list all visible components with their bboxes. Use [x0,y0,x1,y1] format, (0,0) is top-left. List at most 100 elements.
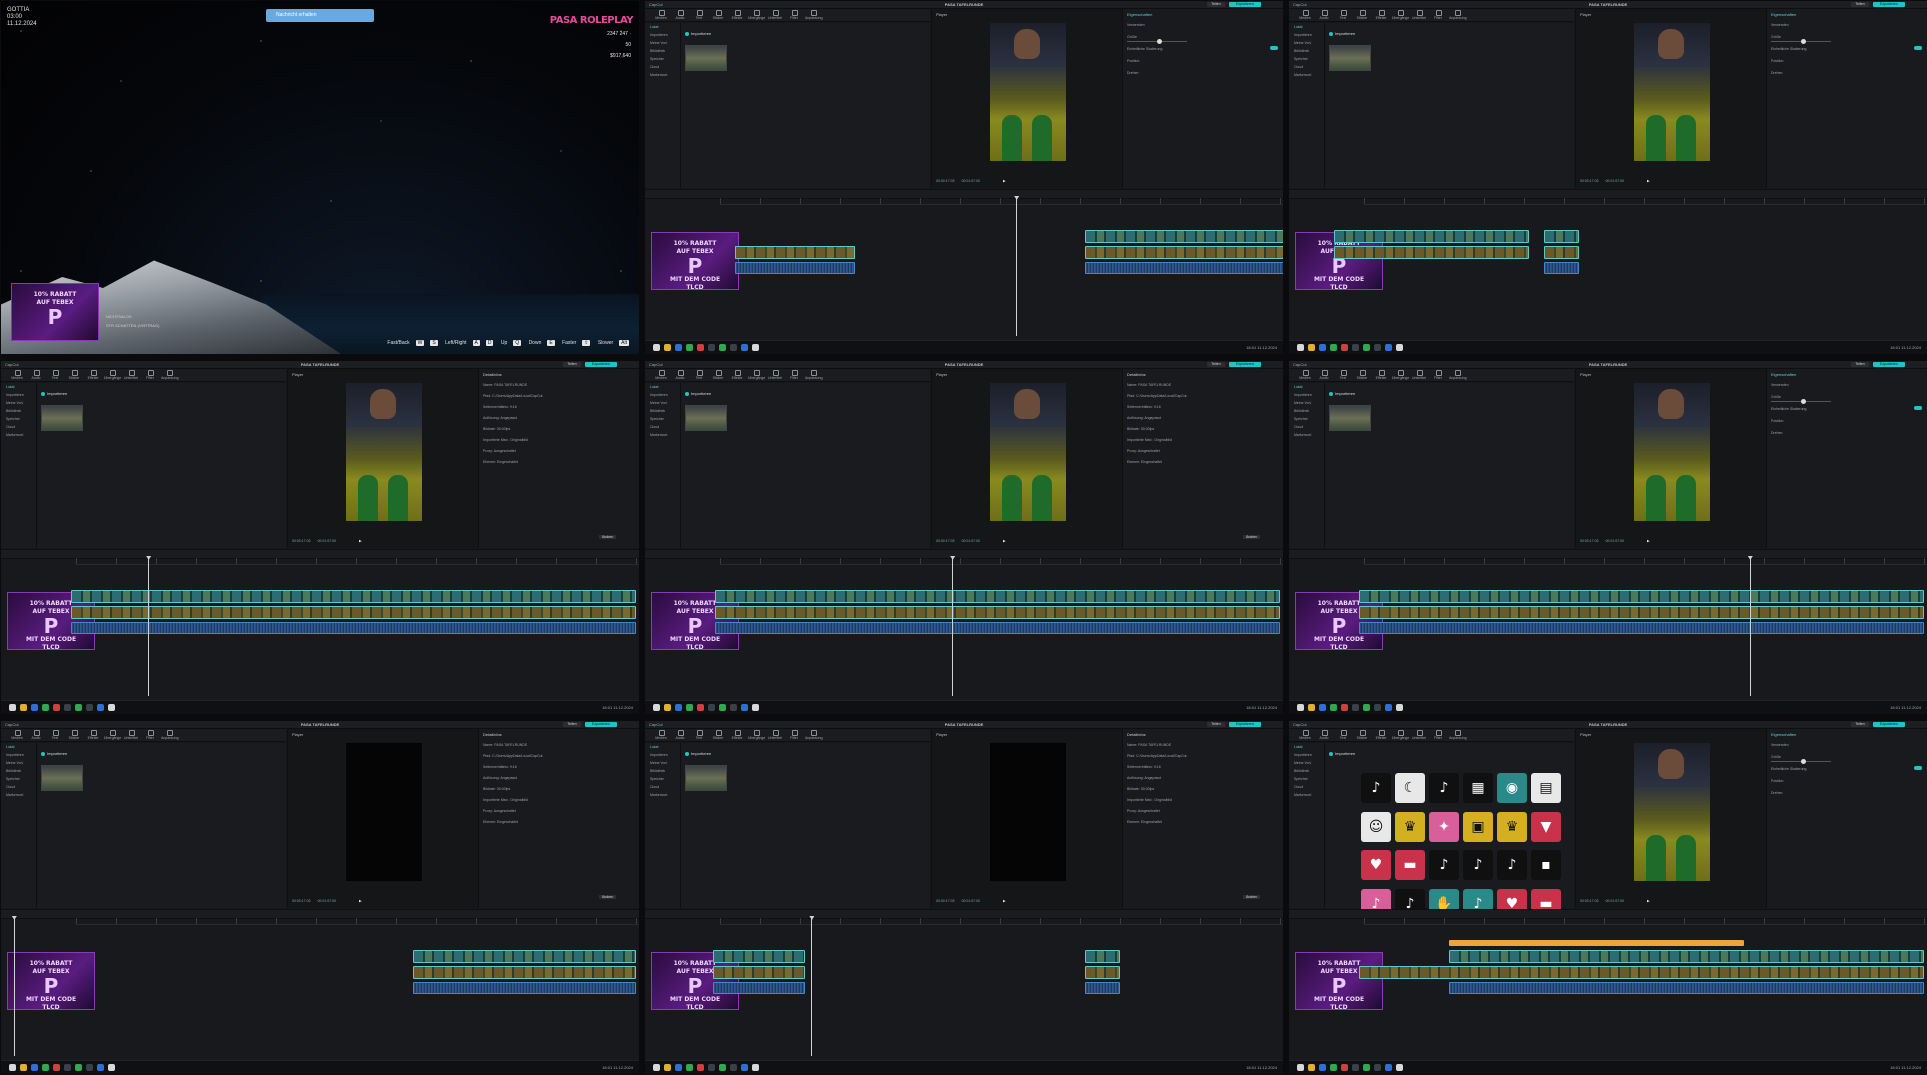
tab-media[interactable]: Medien [1297,9,1313,20]
tab-effects[interactable]: Effekte [1373,369,1389,380]
audio-clip[interactable] [735,262,855,274]
tab-effects[interactable]: Effekte [85,369,101,380]
scale-slider[interactable] [1771,759,1831,764]
video-clip[interactable] [71,590,636,603]
sidebar-item-local[interactable]: Lokal [1289,23,1324,31]
play-icon[interactable]: ▶ [1003,899,1006,903]
sidebar-item-brand[interactable]: Markenvorl. [645,71,680,79]
app-icon[interactable] [86,704,93,711]
sidebar-item-library[interactable]: Bibliothek [1,767,36,775]
capcut-icon[interactable] [752,1064,759,1071]
sidebar-item-brand[interactable]: Markenvorl. [1289,71,1324,79]
app-icon[interactable] [1385,704,1392,711]
timeline-ruler[interactable] [1364,918,1927,925]
audio-clip[interactable] [71,622,636,634]
video-preview[interactable] [1634,383,1710,521]
video-clip[interactable] [1359,966,1924,979]
sticker-item[interactable]: ♪ [1497,850,1527,880]
explorer-icon[interactable] [1308,704,1315,711]
app-icon[interactable] [1385,344,1392,351]
explorer-icon[interactable] [20,704,27,711]
app-icon[interactable] [741,344,748,351]
browser-icon[interactable] [31,1064,38,1071]
sticker-item[interactable]: ◉ [1497,773,1527,803]
video-clip[interactable] [715,606,1280,619]
tab-text[interactable]: Text [47,369,63,380]
capcut-icon[interactable] [1396,344,1403,351]
sidebar-item-import[interactable]: Importieren [1289,751,1324,759]
video-preview[interactable] [1634,23,1710,161]
sidebar-item-library[interactable]: Bibliothek [1289,47,1324,55]
tab-filter[interactable]: Filter [786,369,802,380]
timeline-ruler[interactable] [1364,558,1927,565]
start-icon[interactable] [1297,704,1304,711]
sidebar-item-presets[interactable]: Meine Vorl. [1,759,36,767]
media-thumbnail[interactable] [685,405,727,431]
sidebar-item-presets[interactable]: Meine Vorl. [645,39,680,47]
tab-sticker[interactable]: Sticker [1354,729,1370,740]
tab-filter[interactable]: Filter [786,729,802,740]
tab-effects[interactable]: Effekte [85,729,101,740]
sidebar-item-presets[interactable]: Meine Vorl. [645,399,680,407]
tab-text[interactable]: Text [691,729,707,740]
sidebar-item-import[interactable]: Importieren [645,751,680,759]
tab-transitions[interactable]: Übergänge [104,369,121,380]
tab-transitions[interactable]: Übergänge [1392,369,1409,380]
tab-text[interactable]: Text [691,369,707,380]
video-clip[interactable] [1085,230,1283,243]
sidebar-item-cloud[interactable]: Cloud [1,423,36,431]
play-icon[interactable]: ▶ [1647,899,1650,903]
sidebar-item-local[interactable]: Lokal [1,743,36,751]
app-icon[interactable] [97,704,104,711]
share-button[interactable]: Teilen [1851,362,1869,367]
tab-filter[interactable]: Filter [1430,9,1446,20]
spotify-icon[interactable] [42,704,49,711]
tab-filter[interactable]: Filter [142,369,158,380]
share-button[interactable]: Teilen [1207,362,1225,367]
tab-transitions[interactable]: Übergänge [104,729,121,740]
sidebar-item-local[interactable]: Lokal [645,383,680,391]
sidebar-item-import[interactable]: Importieren [645,391,680,399]
tab-adjust[interactable]: Anpassung [805,9,823,20]
playhead[interactable] [148,556,150,696]
export-button[interactable]: Exportieren [1873,2,1905,7]
sidebar-item-library[interactable]: Bibliothek [1,407,36,415]
app-icon[interactable] [1352,344,1359,351]
sidebar-item-presets[interactable]: Meine Vorl. [1289,399,1324,407]
video-preview[interactable] [346,383,422,521]
app-icon[interactable] [741,1064,748,1071]
app-icon[interactable] [1374,704,1381,711]
spotify-icon[interactable] [686,704,693,711]
tab-adjust[interactable]: Anpassung [1449,729,1467,740]
video-clip[interactable] [1334,246,1529,259]
tab-transitions[interactable]: Übergänge [748,369,765,380]
start-icon[interactable] [1297,1064,1304,1071]
import-button[interactable]: Importieren [1329,391,1355,396]
playhead[interactable] [1749,556,1751,696]
sidebar-item-local[interactable]: Lokal [645,23,680,31]
app-icon[interactable] [64,704,71,711]
tab-audio[interactable]: Audio [672,369,688,380]
explorer-icon[interactable] [664,344,671,351]
browser-icon[interactable] [1319,704,1326,711]
explorer-icon[interactable] [1308,344,1315,351]
tab-effects[interactable]: Effekte [729,729,745,740]
uniform-scale-toggle[interactable] [1914,46,1922,50]
sidebar-item-presets[interactable]: Meine Vorl. [1289,759,1324,767]
tab-effects[interactable]: Effekte [1373,9,1389,20]
app-icon[interactable] [64,1064,71,1071]
text-clip[interactable] [1449,940,1744,946]
sticker-item[interactable]: ♪ [1429,773,1459,803]
sticker-item[interactable]: ♪ [1463,850,1493,880]
sidebar-item-cloud[interactable]: Cloud [1289,783,1324,791]
app-icon[interactable] [730,344,737,351]
sidebar-item-storage[interactable]: Speicher [645,55,680,63]
sidebar-item-cloud[interactable]: Cloud [645,423,680,431]
tab-captions[interactable]: Untertitel [1411,729,1427,740]
browser-icon[interactable] [675,704,682,711]
sidebar-item-storage[interactable]: Speicher [1289,775,1324,783]
app-icon[interactable] [708,704,715,711]
import-button[interactable]: Importieren [685,31,711,36]
sidebar-item-brand[interactable]: Markenvorl. [1,431,36,439]
tab-audio[interactable]: Audio [672,9,688,20]
